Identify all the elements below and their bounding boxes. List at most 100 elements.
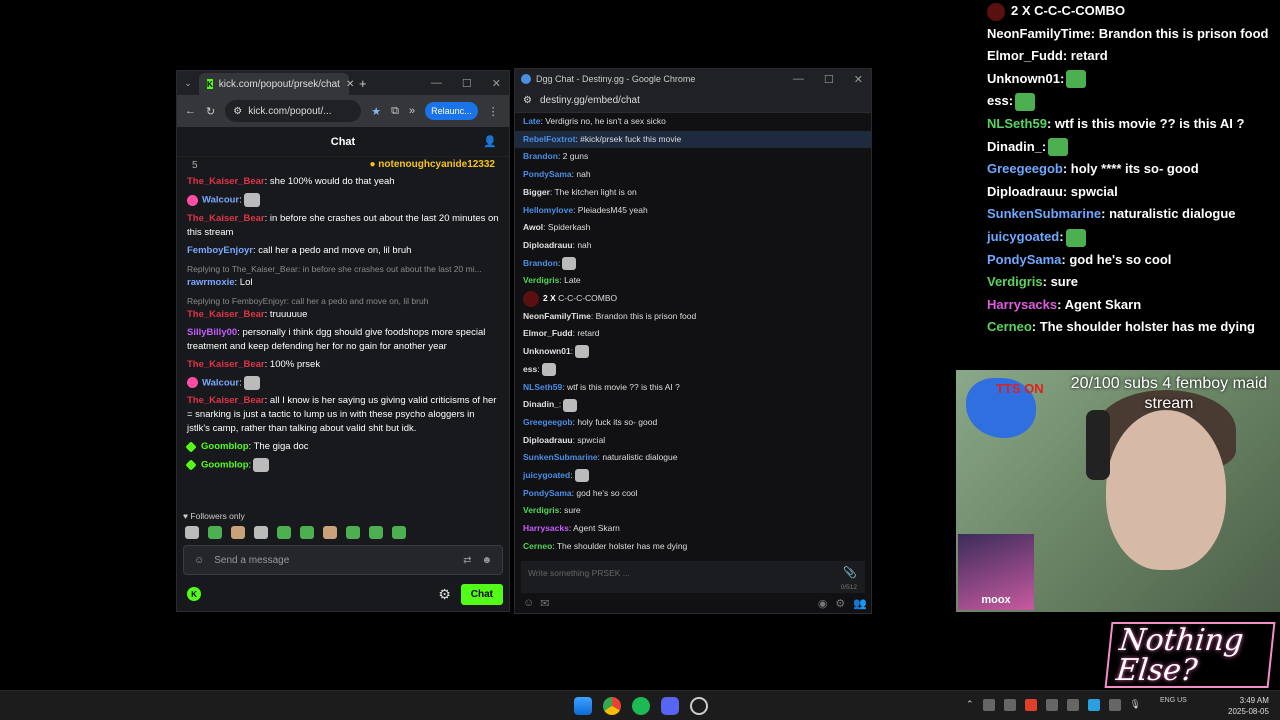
reload-icon[interactable]: ↻ — [206, 105, 215, 118]
kick-username[interactable]: rawrmoxie — [187, 277, 235, 288]
site-info-icon[interactable]: ⚙ — [233, 106, 242, 117]
translate-icon[interactable]: ⇄ — [463, 555, 471, 566]
more-tabs-icon[interactable]: » — [409, 105, 415, 117]
gear-icon[interactable]: ⚙ — [438, 586, 451, 603]
kick-username[interactable]: Goomblop — [201, 460, 249, 471]
close-tab-icon[interactable]: ✕ — [346, 79, 354, 90]
kick-username[interactable]: The_Kaiser_Bear — [187, 176, 265, 187]
dgg-username[interactable]: Harrysacks — [523, 523, 569, 533]
tray-app-icon[interactable] — [1024, 699, 1037, 711]
dgg-message-input[interactable]: Write something PRSEK ... 📎 0/512 — [521, 561, 865, 593]
maximize-icon[interactable]: ☐ — [462, 77, 472, 90]
whispers-icon[interactable]: ✉ — [540, 597, 549, 610]
tray-chevron-icon[interactable]: ⌃ — [966, 699, 974, 711]
menu-dots-icon[interactable]: ⋮ — [488, 105, 499, 118]
close-window-icon[interactable]: ✕ — [492, 77, 501, 90]
app-icon[interactable] — [690, 697, 708, 715]
kick-message-list[interactable]: The_Kaiser_Bear: she 100% would do that … — [177, 173, 509, 473]
kick-username[interactable]: The_Kaiser_Bear — [187, 395, 265, 406]
dgg-username[interactable]: Unknown01 — [523, 346, 571, 356]
dgg-username[interactable]: PondySama — [523, 169, 572, 179]
back-icon[interactable]: ← — [185, 105, 196, 117]
dgg-username[interactable]: Diploadrauu — [523, 240, 573, 250]
reply-context[interactable]: Replying to The_Kaiser_Bear: in before s… — [187, 262, 499, 276]
emote-icon[interactable] — [185, 526, 199, 539]
kick-k-icon[interactable]: K — [187, 587, 201, 601]
tray-app-icon[interactable] — [1087, 699, 1100, 711]
extensions-icon[interactable]: ⧉ — [391, 105, 399, 118]
windows-start-icon[interactable] — [574, 697, 592, 715]
dgg-username[interactable]: Hellomylove — [523, 205, 573, 215]
kick-username[interactable]: Goomblop — [201, 441, 249, 452]
spotify-icon[interactable] — [632, 697, 650, 715]
minimize-icon[interactable]: — — [431, 77, 442, 89]
dgg-username[interactable]: ess — [523, 364, 537, 374]
tray-app-icon[interactable] — [1108, 699, 1121, 711]
emoji-icon[interactable]: ☻ — [481, 555, 492, 566]
reply-context[interactable]: Replying to FemboyEnjoyr: call her a ped… — [187, 294, 499, 308]
site-info-icon[interactable]: ⚙ — [523, 95, 532, 106]
language-indicator[interactable]: ENG US — [1160, 696, 1187, 706]
dgg-message-list[interactable]: Late: Verdigris no, he isn't a sex sicko… — [515, 113, 871, 553]
user-settings-icon[interactable]: 👤 — [483, 135, 497, 148]
dgg-username[interactable]: Brandon — [523, 151, 558, 161]
dgg-username[interactable]: Brandon — [523, 258, 558, 268]
tray-app-icon[interactable] — [982, 699, 995, 711]
tab-search-icon[interactable]: ⌄ — [177, 78, 199, 89]
kick-url-field[interactable]: ⚙ kick.com/popout/... — [225, 100, 362, 122]
emote-icon[interactable] — [392, 526, 406, 539]
dgg-username[interactable]: Cerneo — [523, 541, 552, 551]
dgg-username[interactable]: Dinadin_ — [523, 399, 559, 409]
relaunch-button[interactable]: Relaunc... — [425, 102, 478, 120]
tray-app-icon[interactable] — [1003, 699, 1016, 711]
emote-icon[interactable] — [369, 526, 383, 539]
dgg-username[interactable]: Awol — [523, 222, 543, 232]
minimize-icon[interactable]: — — [793, 73, 804, 85]
bookmark-star-icon[interactable]: ★ — [371, 105, 381, 118]
kick-username[interactable]: The_Kaiser_Bear — [187, 309, 265, 320]
chrome-icon[interactable] — [603, 697, 621, 715]
settings-icon[interactable]: ⚙ — [835, 597, 845, 610]
clock[interactable]: 3:49 AM 2025-08-05 — [1228, 695, 1269, 717]
pinned-bar[interactable]: 5 ● notenoughcyanide12332 — [177, 157, 509, 173]
emote-picker-icon[interactable]: ☺ — [194, 555, 204, 566]
dgg-username[interactable]: NeonFamilyTime — [523, 311, 591, 321]
kick-username[interactable]: The_Kaiser_Bear — [187, 213, 265, 224]
users-icon[interactable]: 👥 — [853, 597, 867, 610]
dgg-username[interactable]: Diploadrauu — [523, 435, 573, 445]
emote-menu-icon[interactable]: ☺ — [523, 597, 534, 610]
dgg-address-bar[interactable]: ⚙ destiny.gg/embed/chat — [515, 89, 871, 113]
dgg-username[interactable]: 2 X — [543, 293, 556, 303]
kick-username[interactable]: Walcour — [202, 195, 239, 206]
dgg-username[interactable]: NLSeth59 — [523, 382, 562, 392]
emote-icon[interactable] — [346, 526, 360, 539]
dgg-username[interactable]: juicygoated — [523, 470, 570, 480]
kick-message-input[interactable]: ☺ Send a message ⇄ ☻ — [183, 545, 503, 575]
mic-icon[interactable]: 🎙 — [1130, 699, 1141, 711]
emote-icon[interactable] — [231, 526, 245, 539]
discord-icon[interactable] — [661, 697, 679, 715]
emote-icon[interactable] — [208, 526, 222, 539]
kick-username[interactable]: SillyBilly00 — [187, 327, 237, 338]
kick-username[interactable]: FemboyEnjoyr — [187, 245, 253, 256]
dgg-username[interactable]: Bigger — [523, 187, 550, 197]
new-tab-icon[interactable]: + — [359, 76, 367, 91]
emote-icon[interactable] — [300, 526, 314, 539]
dgg-username[interactable]: Late — [523, 116, 540, 126]
dgg-username[interactable]: RebelFoxtrot — [523, 134, 575, 144]
send-chat-button[interactable]: Chat — [460, 583, 503, 605]
dgg-username[interactable]: Elmor_Fudd — [523, 328, 573, 338]
kick-username[interactable]: The_Kaiser_Bear — [187, 359, 265, 370]
watching-icon[interactable]: ◉ — [818, 597, 828, 610]
emote-icon[interactable] — [323, 526, 337, 539]
emote-icon[interactable] — [254, 526, 268, 539]
attach-icon[interactable]: 📎 — [843, 566, 857, 579]
emote-icon[interactable] — [277, 526, 291, 539]
kick-username[interactable]: Walcour — [202, 377, 239, 388]
dgg-username[interactable]: Verdigris — [523, 505, 559, 515]
close-window-icon[interactable]: ✕ — [854, 73, 863, 86]
maximize-icon[interactable]: ☐ — [824, 73, 834, 86]
dgg-username[interactable]: Verdigris — [523, 275, 559, 285]
dgg-username[interactable]: PondySama — [523, 488, 572, 498]
tray-app-icon[interactable] — [1066, 699, 1079, 711]
